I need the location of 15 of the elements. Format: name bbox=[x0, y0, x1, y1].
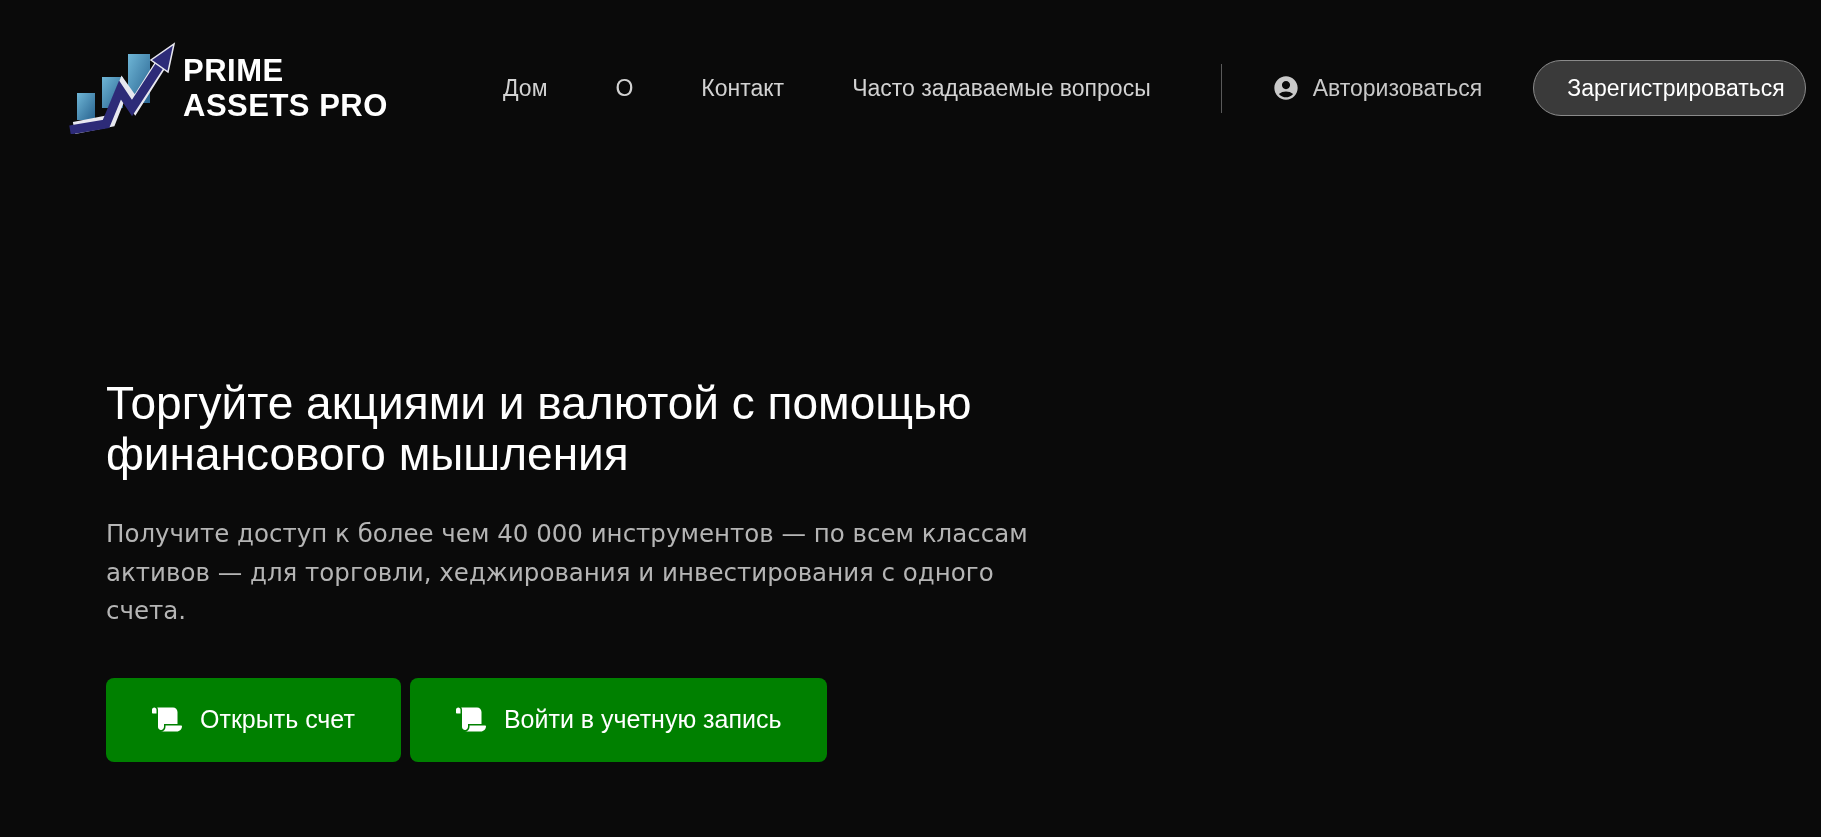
register-button[interactable]: Зарегистрироваться bbox=[1533, 60, 1806, 116]
cta-button[interactable]: Открыть счет bbox=[106, 677, 401, 762]
nav-link[interactable]: Часто задаваемые вопросы bbox=[852, 70, 1151, 106]
hero-heading: Торгуйте акциями и валютой с помощью финансового мышления bbox=[106, 378, 973, 480]
nav-link[interactable]: Дом bbox=[503, 70, 548, 106]
cta-button[interactable]: Войти в учетную запись bbox=[409, 677, 828, 762]
user-icon bbox=[1271, 74, 1300, 102]
hero-description: Получите доступ к более чем 40 000 инструментов — по всем классам активов — для торговли, хеджирования и инвестирования с одного счета. bbox=[106, 518, 1029, 627]
login-link[interactable]: Авторизоваться bbox=[1271, 70, 1483, 106]
nav-link[interactable]: О bbox=[615, 70, 634, 106]
scroll-icon bbox=[455, 706, 486, 733]
brand-name[interactable]: PRIME ASSETS PRO bbox=[183, 53, 388, 123]
scroll-icon bbox=[152, 706, 182, 733]
bar-chart-arrow-icon bbox=[66, 42, 178, 134]
nav-link[interactable]: Контакт bbox=[701, 70, 785, 106]
